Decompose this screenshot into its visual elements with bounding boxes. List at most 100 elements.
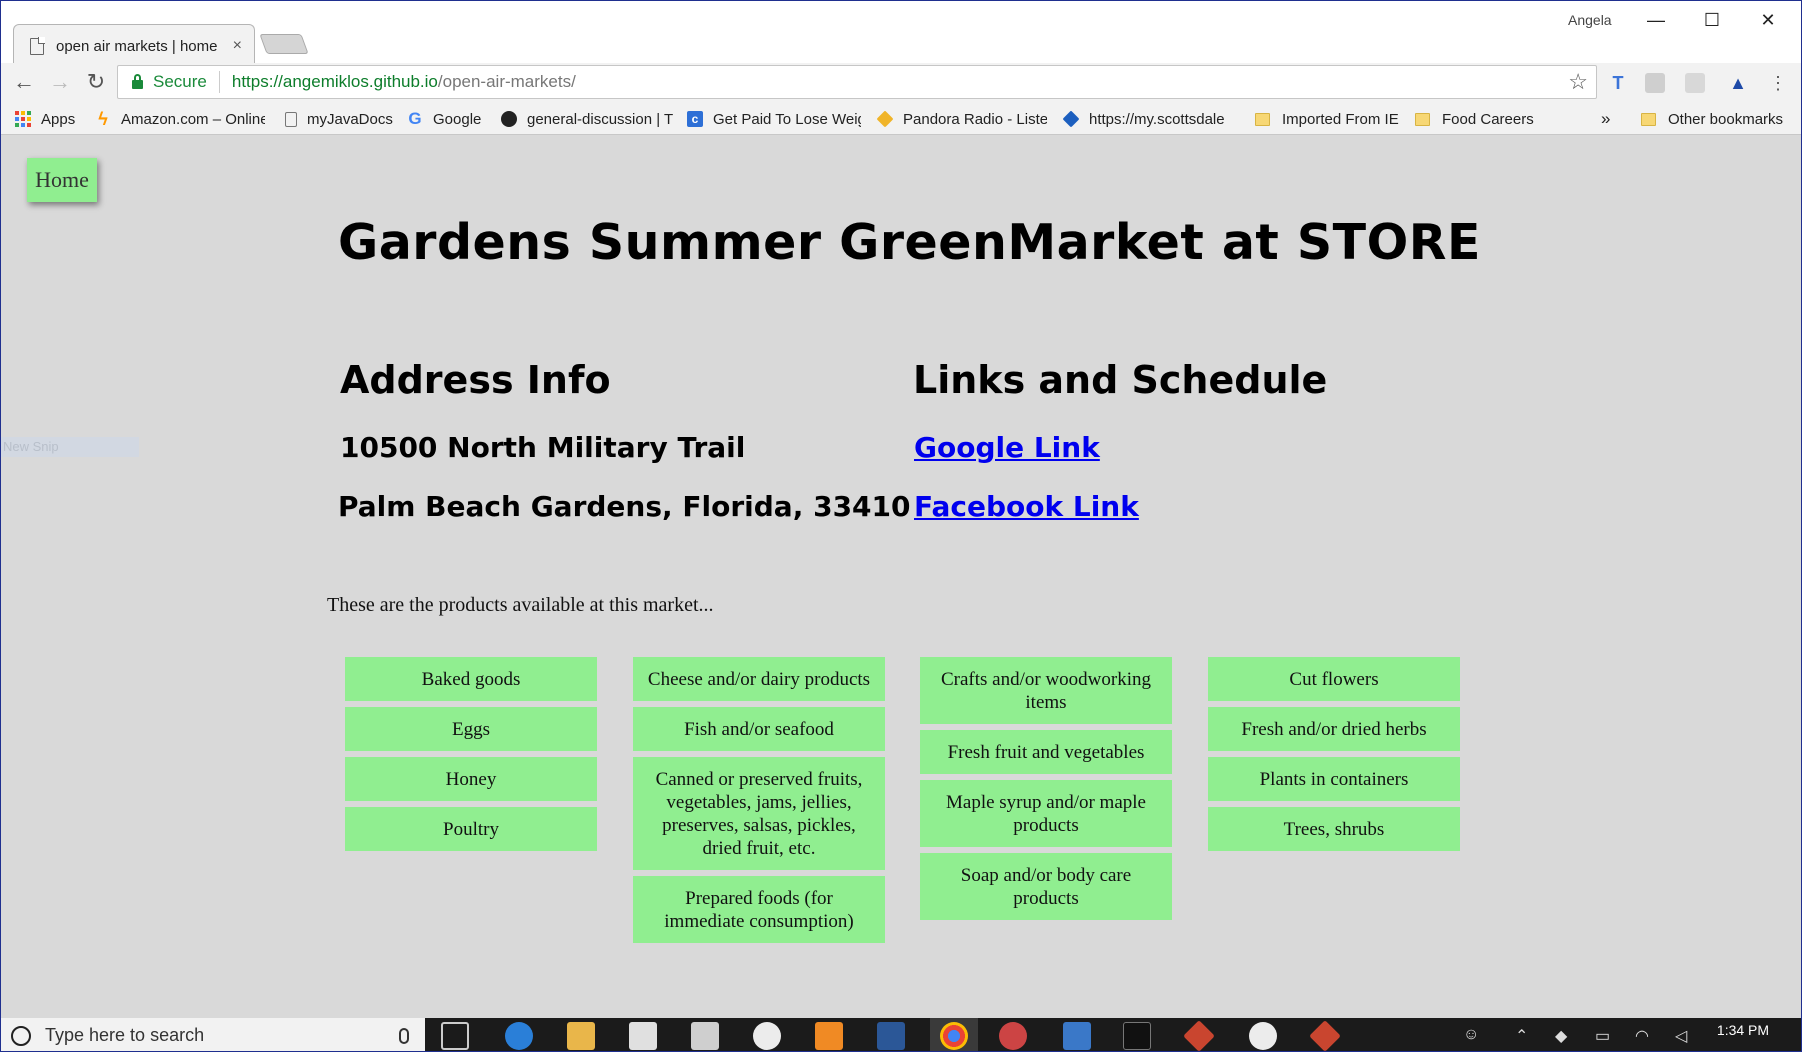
bookmark-label: https://my.scottsdale xyxy=(1089,110,1225,128)
page-icon xyxy=(30,36,45,55)
bookmark-label: Amazon.com – Online xyxy=(121,110,265,128)
bookmark-label: Get Paid To Lose Weig xyxy=(713,110,861,128)
product-chip: Fresh and/or dried herbs xyxy=(1208,707,1460,751)
bookmark-label: Google xyxy=(433,110,482,128)
taskbar-search-box[interactable]: Type here to search xyxy=(1,1018,425,1051)
forward-icon[interactable]: → xyxy=(45,67,75,97)
app-blue-icon[interactable] xyxy=(1063,1022,1091,1050)
url-separator xyxy=(218,71,220,93)
extension-pdf-icon[interactable] xyxy=(1645,73,1665,93)
bookmark-apps[interactable]: Apps xyxy=(15,108,75,130)
cortana-search-icon xyxy=(11,1025,31,1046)
close-window-icon[interactable]: ✕ xyxy=(1740,5,1796,35)
maximize-icon[interactable]: ☐ xyxy=(1684,5,1740,35)
bookmarks-overflow-button[interactable]: » xyxy=(1601,108,1610,130)
volume-icon[interactable]: ◁ xyxy=(1675,1026,1687,1046)
file-explorer-icon[interactable] xyxy=(567,1022,595,1050)
taskbar-search-placeholder: Type here to search xyxy=(45,1025,205,1045)
bookmark-label: Apps xyxy=(41,110,76,128)
bookmark-pandora[interactable]: Pandora Radio - Liste xyxy=(877,108,1047,130)
product-chip: Fish and/or seafood xyxy=(633,707,885,751)
product-column-3: Crafts and/or woodworking items Fresh fru… xyxy=(920,657,1172,926)
browser-tab[interactable]: open air markets | home × xyxy=(13,24,255,67)
back-icon[interactable]: ← xyxy=(9,67,39,97)
extension-cast-icon[interactable] xyxy=(1685,73,1705,93)
address-line-1: 10500 North Military Trail xyxy=(340,431,746,464)
chrome-icon xyxy=(940,1022,968,1050)
bookmark-scottsdale[interactable]: https://my.scottsdale xyxy=(1063,108,1235,130)
slack-alt-icon[interactable] xyxy=(1249,1022,1277,1050)
browser-window: open air markets | home × Angela — ☐ ✕ ←… xyxy=(0,0,1802,1052)
terminal-icon[interactable] xyxy=(1123,1022,1151,1050)
page-icon xyxy=(285,111,297,127)
minimize-icon[interactable]: — xyxy=(1628,5,1684,35)
store-icon[interactable] xyxy=(629,1022,657,1050)
bookmark-myjavadocs[interactable]: myJavaDocs xyxy=(285,108,393,130)
edge-browser-icon[interactable] xyxy=(505,1022,533,1050)
sublime-text-icon[interactable] xyxy=(815,1022,843,1050)
product-chip: Trees, shrubs xyxy=(1208,807,1460,851)
profile-name[interactable]: Angela xyxy=(1568,12,1612,28)
product-chip: Soap and/or body care products xyxy=(920,853,1172,920)
chrome-alt-icon[interactable] xyxy=(999,1022,1027,1050)
title-bar: open air markets | home × Angela — ☐ ✕ xyxy=(1,1,1801,67)
apps-grid-icon xyxy=(15,111,31,127)
bookmark-general-discussion[interactable]: general-discussion | T xyxy=(501,108,673,130)
tab-title: open air markets | home xyxy=(56,37,218,55)
github-icon xyxy=(501,111,517,127)
url-origin[interactable]: https://angemiklos.github.io xyxy=(232,72,438,92)
lock-icon xyxy=(132,74,143,89)
secure-label: Secure xyxy=(153,72,207,91)
bookmark-amazon[interactable]: ϟ Amazon.com – Online xyxy=(95,108,265,130)
product-chip: Cheese and/or dairy products xyxy=(633,657,885,701)
slack-icon[interactable] xyxy=(753,1022,781,1050)
git-alt-icon[interactable] xyxy=(1309,1020,1341,1051)
word-icon[interactable] xyxy=(877,1022,905,1050)
dropbox-icon[interactable]: ◆ xyxy=(1555,1026,1567,1046)
url-path[interactable]: /open-air-markets/ xyxy=(438,72,576,92)
product-column-1: Baked goods Eggs Honey Poultry xyxy=(345,657,597,857)
tray-expand-icon[interactable]: ⌃ xyxy=(1515,1026,1528,1046)
new-tab-button[interactable] xyxy=(259,34,309,54)
bookmark-label: Food Careers xyxy=(1442,110,1534,128)
product-chip: Cut flowers xyxy=(1208,657,1460,701)
product-chip: Baked goods xyxy=(345,657,597,701)
product-chip: Poultry xyxy=(345,807,597,851)
menu-kebab-icon[interactable]: ⋮ xyxy=(1765,71,1791,95)
extension-drive-icon[interactable]: ▲ xyxy=(1725,71,1751,95)
product-chip: Eggs xyxy=(345,707,597,751)
bookmarks-bar: Apps ϟ Amazon.com – Online myJavaDocs G … xyxy=(1,103,1801,135)
tab-close-icon[interactable]: × xyxy=(233,37,242,55)
microphone-icon[interactable] xyxy=(399,1027,409,1044)
c-logo-icon: c xyxy=(687,111,703,127)
bookmark-other-bookmarks[interactable]: Other bookmarks xyxy=(1641,108,1783,130)
people-icon[interactable]: ☺ xyxy=(1463,1026,1479,1044)
bookmark-get-paid[interactable]: c Get Paid To Lose Weig xyxy=(687,108,861,130)
reload-icon[interactable]: ↻ xyxy=(81,67,111,97)
bookmark-food-careers[interactable]: Food Careers xyxy=(1415,108,1534,130)
address-heading: Address Info xyxy=(340,358,611,402)
bookmark-star-icon[interactable]: ☆ xyxy=(1568,69,1588,95)
task-view-icon[interactable] xyxy=(441,1022,469,1050)
extension-t-icon[interactable]: T xyxy=(1605,71,1631,95)
battery-icon[interactable]: ▭ xyxy=(1595,1026,1610,1046)
wifi-icon[interactable]: ◠ xyxy=(1635,1026,1649,1046)
home-button[interactable]: Home xyxy=(27,158,97,202)
product-column-4: Cut flowers Fresh and/or dried herbs Plant… xyxy=(1208,657,1460,857)
google-g-icon: G xyxy=(408,109,422,128)
facebook-link[interactable]: Facebook Link xyxy=(914,490,1139,523)
taskbar-clock[interactable]: 1:34 PM xyxy=(1713,1022,1773,1038)
address-bar[interactable]: Secure https://angemiklos.github.io /ope… xyxy=(117,65,1597,99)
bookmark-google[interactable]: G Google xyxy=(407,108,481,130)
google-link[interactable]: Google Link xyxy=(914,431,1100,464)
snip-overlay-label: New Snip xyxy=(1,437,139,457)
page-content: Home New Snip Gardens Summer GreenMarket… xyxy=(1,136,1801,1018)
chrome-taskbar-item[interactable] xyxy=(930,1018,978,1051)
git-gui-icon[interactable] xyxy=(1183,1020,1215,1051)
bookmark-label: Pandora Radio - Liste xyxy=(903,110,1047,128)
product-chip: Prepared foods (for immediate consumptio… xyxy=(633,876,885,943)
mail-icon[interactable] xyxy=(691,1022,719,1050)
bookmark-imported-from-ie[interactable]: Imported From IE xyxy=(1255,108,1399,130)
products-intro: These are the products available at this… xyxy=(327,594,714,616)
address-line-2: Palm Beach Gardens, Florida, 33410 xyxy=(338,490,911,523)
